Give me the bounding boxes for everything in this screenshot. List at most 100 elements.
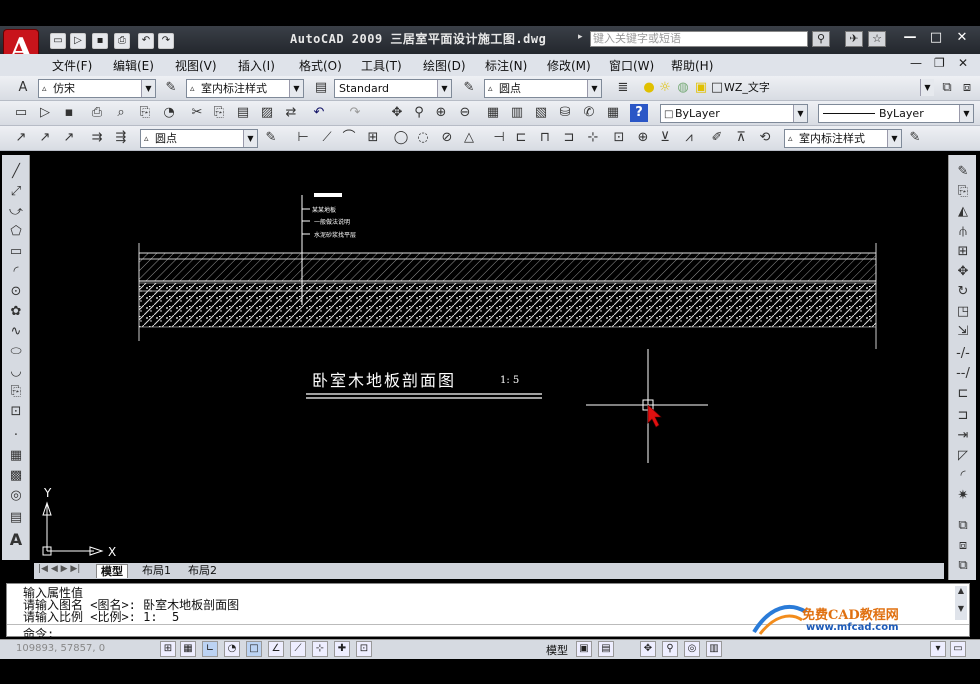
quickcalc-icon[interactable]: ▦: [604, 104, 622, 122]
tolerance-icon[interactable]: ⊡: [610, 129, 628, 147]
menu-tools[interactable]: 工具(T): [361, 57, 402, 74]
zoom-window-icon[interactable]: ⊕: [432, 104, 450, 122]
doc-minimize-icon[interactable]: —: [910, 56, 922, 70]
plot-icon[interactable]: ⎙: [88, 104, 106, 122]
paste-icon[interactable]: ▤: [234, 104, 252, 122]
coordinates-readout[interactable]: 109893, 57857, 0: [16, 643, 105, 654]
menu-view[interactable]: 视图(V): [175, 57, 217, 74]
search-input[interactable]: 键入关键字或短语: [590, 31, 808, 47]
markup-icon[interactable]: ✆: [580, 104, 598, 122]
zoom-status-icon[interactable]: ⚲: [662, 641, 678, 657]
polygon-icon[interactable]: ⬠: [7, 223, 25, 241]
block-editor-icon[interactable]: ⇄: [282, 104, 300, 122]
zoom-realtime-icon[interactable]: ⚲: [410, 104, 428, 122]
menu-format[interactable]: 格式(O): [299, 57, 342, 74]
open-icon[interactable]: ▷: [70, 33, 86, 49]
undo-tool-icon[interactable]: ↶: [310, 104, 328, 122]
point-icon[interactable]: ·: [7, 427, 25, 445]
fillet-icon[interactable]: ◜: [954, 467, 972, 485]
revision-cloud-icon[interactable]: ✿: [7, 303, 25, 321]
break-icon[interactable]: ⊐: [954, 407, 972, 425]
publish-icon[interactable]: ⎘: [136, 104, 154, 122]
ordinate-dim-icon[interactable]: ⊞: [364, 129, 382, 147]
minimize-button[interactable]: —: [900, 30, 920, 45]
make-block-icon[interactable]: ⊡: [7, 403, 25, 421]
break-at-point-icon[interactable]: ⊏: [954, 385, 972, 403]
gradient-icon[interactable]: ▩: [7, 467, 25, 485]
stretch-icon[interactable]: ⇲: [954, 323, 972, 341]
pan-status-icon[interactable]: ✥: [640, 641, 656, 657]
tool-palettes-icon[interactable]: ▧: [532, 104, 550, 122]
tab-model[interactable]: 模型: [96, 564, 128, 578]
remove-leader-icon[interactable]: ↗: [60, 129, 78, 147]
multileader-style-icon[interactable]: ✎: [460, 79, 478, 97]
draw-order-back-icon[interactable]: ⧈: [954, 537, 972, 555]
close-button[interactable]: ✕: [952, 30, 972, 45]
insert-block-icon[interactable]: ⎘: [7, 383, 25, 401]
scale-icon[interactable]: ◳: [954, 303, 972, 321]
quick-view-drawings-icon[interactable]: ▤: [598, 641, 614, 657]
open-file-icon[interactable]: ▷: [36, 104, 54, 122]
tab-layout1[interactable]: 布局1: [138, 564, 175, 578]
qp-toggle-icon[interactable]: ⊡: [356, 641, 372, 657]
osnap-toggle-icon[interactable]: □: [246, 641, 262, 657]
dimtedit-icon[interactable]: ⊼: [732, 129, 750, 147]
construction-line-icon[interactable]: ⤢: [7, 183, 25, 201]
dim-style-select-2[interactable]: ▵ 室内标注样式 ▼: [784, 129, 902, 148]
qnew-icon[interactable]: ▭: [12, 104, 30, 122]
rotate-icon[interactable]: ↻: [954, 283, 972, 301]
table-style-select[interactable]: Standard ▼: [334, 79, 452, 98]
zoom-previous-icon[interactable]: ⊖: [456, 104, 474, 122]
clean-screen-icon[interactable]: ▭: [950, 641, 966, 657]
make-current-layer-icon[interactable]: ⧉: [938, 79, 956, 97]
ellipse-arc-icon[interactable]: ◡: [7, 363, 25, 381]
explode-icon[interactable]: ✷: [954, 487, 972, 505]
steeringwheel-icon[interactable]: ◎: [684, 641, 700, 657]
dim-break-icon[interactable]: ⊹: [584, 129, 602, 147]
model-space-label[interactable]: 模型: [546, 642, 568, 658]
leader-style-select[interactable]: ▵ 圆点 ▼: [140, 129, 258, 148]
chamfer-icon[interactable]: ◸: [954, 447, 972, 465]
linear-dim-icon[interactable]: ⊢: [294, 129, 312, 147]
snap-toggle-icon[interactable]: ⊞: [160, 641, 176, 657]
cut-icon[interactable]: ✂: [188, 104, 206, 122]
leader-style-manager-icon[interactable]: ✎: [262, 129, 280, 147]
save-file-icon[interactable]: ▪: [60, 104, 78, 122]
continue-dim-icon[interactable]: ⊓: [536, 129, 554, 147]
offset-icon[interactable]: ⫛: [954, 223, 972, 241]
arc-length-dim-icon[interactable]: ⌒: [340, 129, 358, 147]
dim-style-manager-icon[interactable]: ✎: [906, 129, 924, 147]
align-leaders-icon[interactable]: ⇉: [88, 129, 106, 147]
draw-order-front-icon[interactable]: ⧉: [954, 517, 972, 535]
sheet-set-icon[interactable]: ⛁: [556, 104, 574, 122]
multileader-icon[interactable]: ↗: [12, 129, 30, 147]
dim-style-select[interactable]: ▵ 室内标注样式 ▼: [186, 79, 304, 98]
move-icon[interactable]: ✥: [954, 263, 972, 281]
mirror-icon[interactable]: ◭: [954, 203, 972, 221]
layer-select[interactable]: WZ_文字 ▼: [722, 79, 934, 98]
new-icon[interactable]: ▭: [50, 33, 66, 49]
inspection-icon[interactable]: ⊻: [656, 129, 674, 147]
aligned-dim-icon[interactable]: ⟋: [318, 129, 336, 147]
spline-icon[interactable]: ∿: [7, 323, 25, 341]
polyline-icon[interactable]: ⤻: [7, 203, 25, 221]
quick-view-layouts-icon[interactable]: ▣: [576, 641, 592, 657]
ellipse-icon[interactable]: ⬭: [7, 343, 25, 361]
arc-icon[interactable]: ◜: [7, 263, 25, 281]
copy-object-icon[interactable]: ⎘: [954, 183, 972, 201]
draw-order-above-icon[interactable]: ⧉: [954, 557, 972, 575]
add-leader-icon[interactable]: ↗: [36, 129, 54, 147]
showmotion-icon[interactable]: ▥: [706, 641, 722, 657]
menu-draw[interactable]: 绘图(D): [423, 57, 466, 74]
tab-layout2[interactable]: 布局2: [184, 564, 221, 578]
design-center-icon[interactable]: ▥: [508, 104, 526, 122]
polar-toggle-icon[interactable]: ◔: [224, 641, 240, 657]
menu-window[interactable]: 窗口(W): [609, 57, 654, 74]
dyn-toggle-icon[interactable]: ⊹: [312, 641, 328, 657]
table-icon[interactable]: ▤: [7, 509, 25, 527]
doc-restore-icon[interactable]: ❐: [934, 56, 945, 70]
multiline-text-icon[interactable]: A: [7, 531, 25, 549]
join-icon[interactable]: ⇥: [954, 427, 972, 445]
plot-preview-icon[interactable]: ⌕: [112, 104, 130, 122]
circle-icon[interactable]: ⊙: [7, 283, 25, 301]
